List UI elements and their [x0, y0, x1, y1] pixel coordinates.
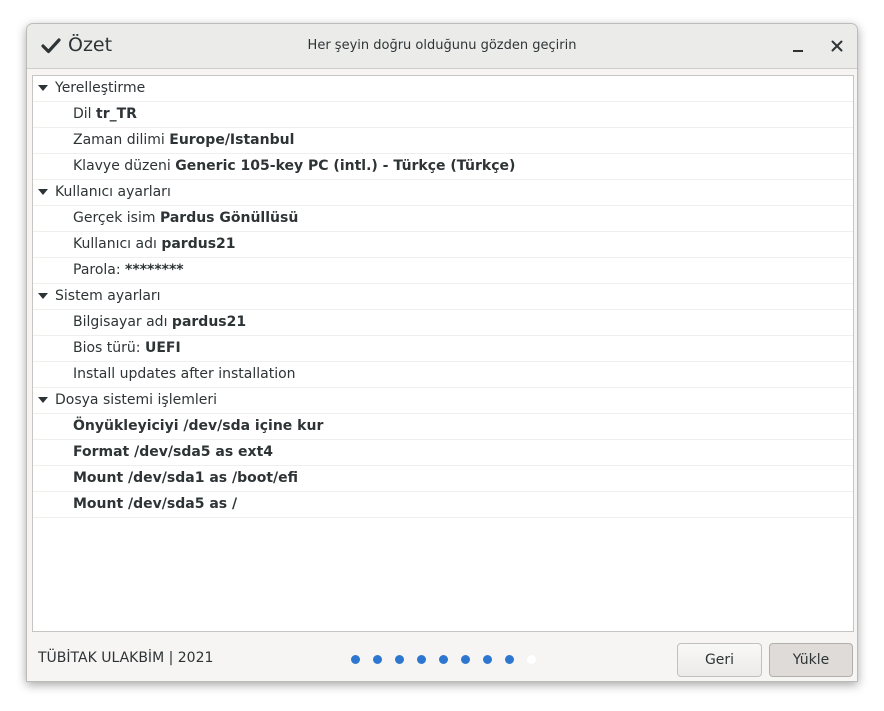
item-value: Mount /dev/sda1 as /boot/efi: [73, 470, 299, 486]
item-text: Önyükleyiciyi /dev/sda içine kur: [73, 414, 323, 439]
summary-item: Bios türü: UEFI: [33, 336, 853, 362]
item-prefix: Dil: [73, 106, 97, 122]
summary-group[interactable]: Dosya sistemi işlemleri: [33, 388, 853, 414]
item-prefix: Bilgisayar adı: [73, 314, 172, 330]
item-text: Bios türü: UEFI: [73, 336, 181, 361]
summary-item: Önyükleyiciyi /dev/sda içine kur: [33, 414, 853, 440]
expander-arrow-icon[interactable]: [38, 293, 48, 299]
item-value: Europe/Istanbul: [169, 132, 295, 148]
summary-item: Mount /dev/sda1 as /boot/efi: [33, 466, 853, 492]
expander-arrow-icon[interactable]: [38, 189, 48, 195]
summary-item: Mount /dev/sda5 as /: [33, 492, 853, 518]
install-button[interactable]: Yükle: [769, 643, 853, 677]
close-icon: [831, 40, 843, 52]
summary-group[interactable]: Kullanıcı ayarları: [33, 180, 853, 206]
item-text: Dil tr_TR: [73, 102, 137, 127]
group-label: Kullanıcı ayarları: [55, 184, 171, 200]
item-value: pardus21: [161, 236, 236, 252]
group-label: Dosya sistemi işlemleri: [55, 392, 217, 408]
window-subtitle: Her şeyin doğru olduğunu gözden geçirin: [307, 38, 577, 53]
item-prefix: Bios türü:: [73, 340, 145, 356]
progress-dot-done: [461, 655, 470, 664]
item-value: Mount /dev/sda5 as /: [73, 496, 238, 512]
item-text: Parola: ********: [73, 258, 184, 283]
item-value: Generic 105-key PC (intl.) - Türkçe (Tür…: [175, 158, 516, 174]
expander-arrow-icon[interactable]: [38, 85, 48, 91]
expander-arrow-icon[interactable]: [38, 397, 48, 403]
item-value: Format /dev/sda5 as ext4: [73, 444, 274, 460]
summary-tree: Yerelleştirme Dil tr_TR Zaman dilimi Europ…: [32, 75, 854, 632]
item-prefix: Gerçek isim: [73, 210, 160, 226]
progress-dot-pending: [527, 655, 536, 664]
item-text: Bilgisayar adı pardus21: [73, 310, 246, 335]
item-prefix: Kullanıcı adı: [73, 236, 162, 252]
title-bar: Özet Her şeyin doğru olduğunu gözden geç…: [27, 24, 857, 69]
progress-dot-done: [373, 655, 382, 664]
item-text: Mount /dev/sda1 as /boot/efi: [73, 466, 298, 491]
item-prefix: Klavye düzeni: [73, 158, 176, 174]
item-value: pardus21: [171, 314, 247, 330]
item-prefix: Parola:: [73, 262, 126, 278]
progress-dot-done: [483, 655, 492, 664]
progress-dot-done: [505, 655, 514, 664]
progress-dot-done: [417, 655, 426, 664]
summary-item: Dil tr_TR: [33, 102, 853, 128]
item-text: Mount /dev/sda5 as /: [73, 492, 237, 517]
item-text: Klavye düzeni Generic 105-key PC (intl.)…: [73, 154, 515, 179]
summary-item: Format /dev/sda5 as ext4: [33, 440, 853, 466]
item-value: UEFI: [144, 340, 181, 356]
back-button[interactable]: Geri: [677, 643, 762, 677]
footer-credit: TÜBİTAK ULAKBİM | 2021: [38, 650, 214, 666]
summary-item: Install updates after installation: [33, 362, 853, 388]
summary-item: Klavye düzeni Generic 105-key PC (intl.)…: [33, 154, 853, 180]
group-label: Sistem ayarları: [55, 288, 161, 304]
item-text: Format /dev/sda5 as ext4: [73, 440, 273, 465]
minimize-icon: [793, 50, 803, 52]
item-value: Pardus Gönüllüsü: [159, 210, 299, 226]
summary-item: Kullanıcı adı pardus21: [33, 232, 853, 258]
minimize-button[interactable]: [787, 35, 809, 57]
summary-group[interactable]: Yerelleştirme: [33, 76, 853, 102]
progress-dot-done: [351, 655, 360, 664]
summary-item: Bilgisayar adı pardus21: [33, 310, 853, 336]
item-prefix: Install updates after installation: [73, 366, 296, 382]
installer-window: Özet Her şeyin doğru olduğunu gözden geç…: [26, 23, 858, 682]
item-value: Önyükleyiciyi /dev/sda içine kur: [73, 418, 324, 434]
item-text: Zaman dilimi Europe/Istanbul: [73, 128, 294, 153]
progress-dot-done: [439, 655, 448, 664]
close-button[interactable]: [826, 35, 848, 57]
item-value: ********: [125, 262, 184, 278]
summary-item: Parola: ********: [33, 258, 853, 284]
summary-item: Gerçek isim Pardus Gönüllüsü: [33, 206, 853, 232]
item-text: Gerçek isim Pardus Gönüllüsü: [73, 206, 298, 231]
progress-dot-done: [395, 655, 404, 664]
summary-item: Zaman dilimi Europe/Istanbul: [33, 128, 853, 154]
item-text: Kullanıcı adı pardus21: [73, 232, 236, 257]
item-prefix: Zaman dilimi: [73, 132, 170, 148]
item-text: Install updates after installation: [73, 362, 296, 387]
item-value: tr_TR: [96, 106, 137, 122]
group-label: Yerelleştirme: [55, 80, 146, 96]
summary-group[interactable]: Sistem ayarları: [33, 284, 853, 310]
